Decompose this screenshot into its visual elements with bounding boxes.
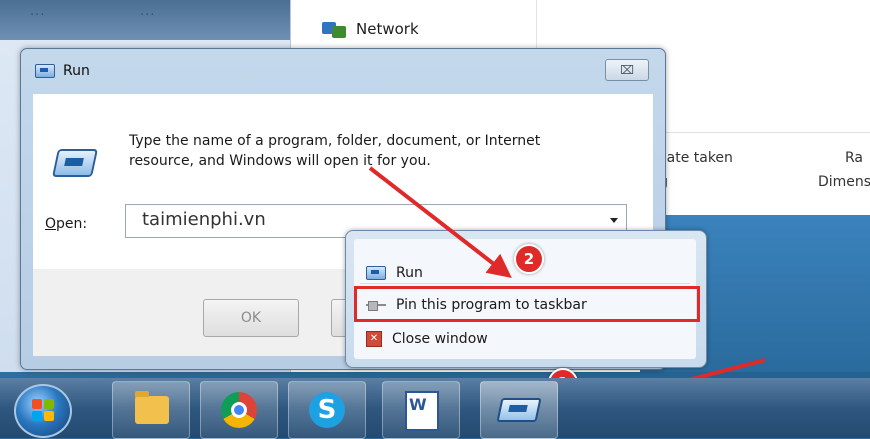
taskbar-chrome-button[interactable] bbox=[200, 381, 278, 439]
network-nav-item[interactable]: Network bbox=[322, 20, 419, 38]
highlight-box bbox=[354, 286, 700, 322]
chrome-icon bbox=[221, 392, 257, 428]
run-icon bbox=[35, 64, 55, 78]
file-columns: y date taken Ra tag Dimens bbox=[645, 150, 870, 210]
windows-logo-icon bbox=[32, 399, 54, 421]
menu-item-label: Close window bbox=[392, 331, 488, 347]
folder-icon bbox=[135, 391, 169, 424]
step-badge-2: 2 bbox=[514, 244, 544, 274]
taskbar-run-button[interactable] bbox=[480, 381, 558, 439]
dialog-title-bar: Run bbox=[35, 63, 90, 79]
close-window-icon: ✕ bbox=[366, 331, 382, 347]
taskbar-explorer-button[interactable] bbox=[112, 381, 190, 439]
column-header[interactable]: Ra bbox=[845, 150, 863, 166]
blurred-label: ... bbox=[140, 4, 156, 19]
menu-separator bbox=[360, 283, 690, 284]
blurred-label: ... bbox=[30, 4, 46, 19]
menu-item-label: Run bbox=[396, 265, 423, 281]
dropdown-arrow-icon[interactable] bbox=[610, 218, 618, 223]
menu-item-close-window[interactable]: ✕ Close window bbox=[366, 327, 488, 351]
dialog-title: Run bbox=[63, 63, 90, 79]
open-label: Open: bbox=[45, 216, 88, 232]
word-icon bbox=[405, 391, 439, 431]
explorer-top-strip: ... ... bbox=[0, 0, 290, 40]
run-icon bbox=[52, 149, 98, 177]
taskbar-word-button[interactable] bbox=[382, 381, 460, 439]
menu-item-run[interactable]: Run bbox=[366, 261, 423, 285]
divider bbox=[640, 132, 870, 133]
start-button[interactable] bbox=[14, 384, 72, 438]
ok-button[interactable]: OK bbox=[203, 299, 299, 337]
run-icon bbox=[366, 266, 386, 280]
taskbar: S bbox=[0, 378, 870, 439]
run-icon bbox=[496, 398, 542, 422]
open-value: taimienphi.vn bbox=[142, 209, 266, 230]
dialog-description: Type the name of a program, folder, docu… bbox=[129, 133, 541, 169]
column-header[interactable]: Dimens bbox=[818, 174, 870, 190]
network-icon bbox=[322, 20, 348, 38]
taskbar-skype-button[interactable]: S bbox=[288, 381, 366, 439]
skype-icon: S bbox=[309, 392, 345, 428]
close-button[interactable]: ⌧ bbox=[605, 59, 649, 81]
network-label: Network bbox=[356, 20, 419, 38]
